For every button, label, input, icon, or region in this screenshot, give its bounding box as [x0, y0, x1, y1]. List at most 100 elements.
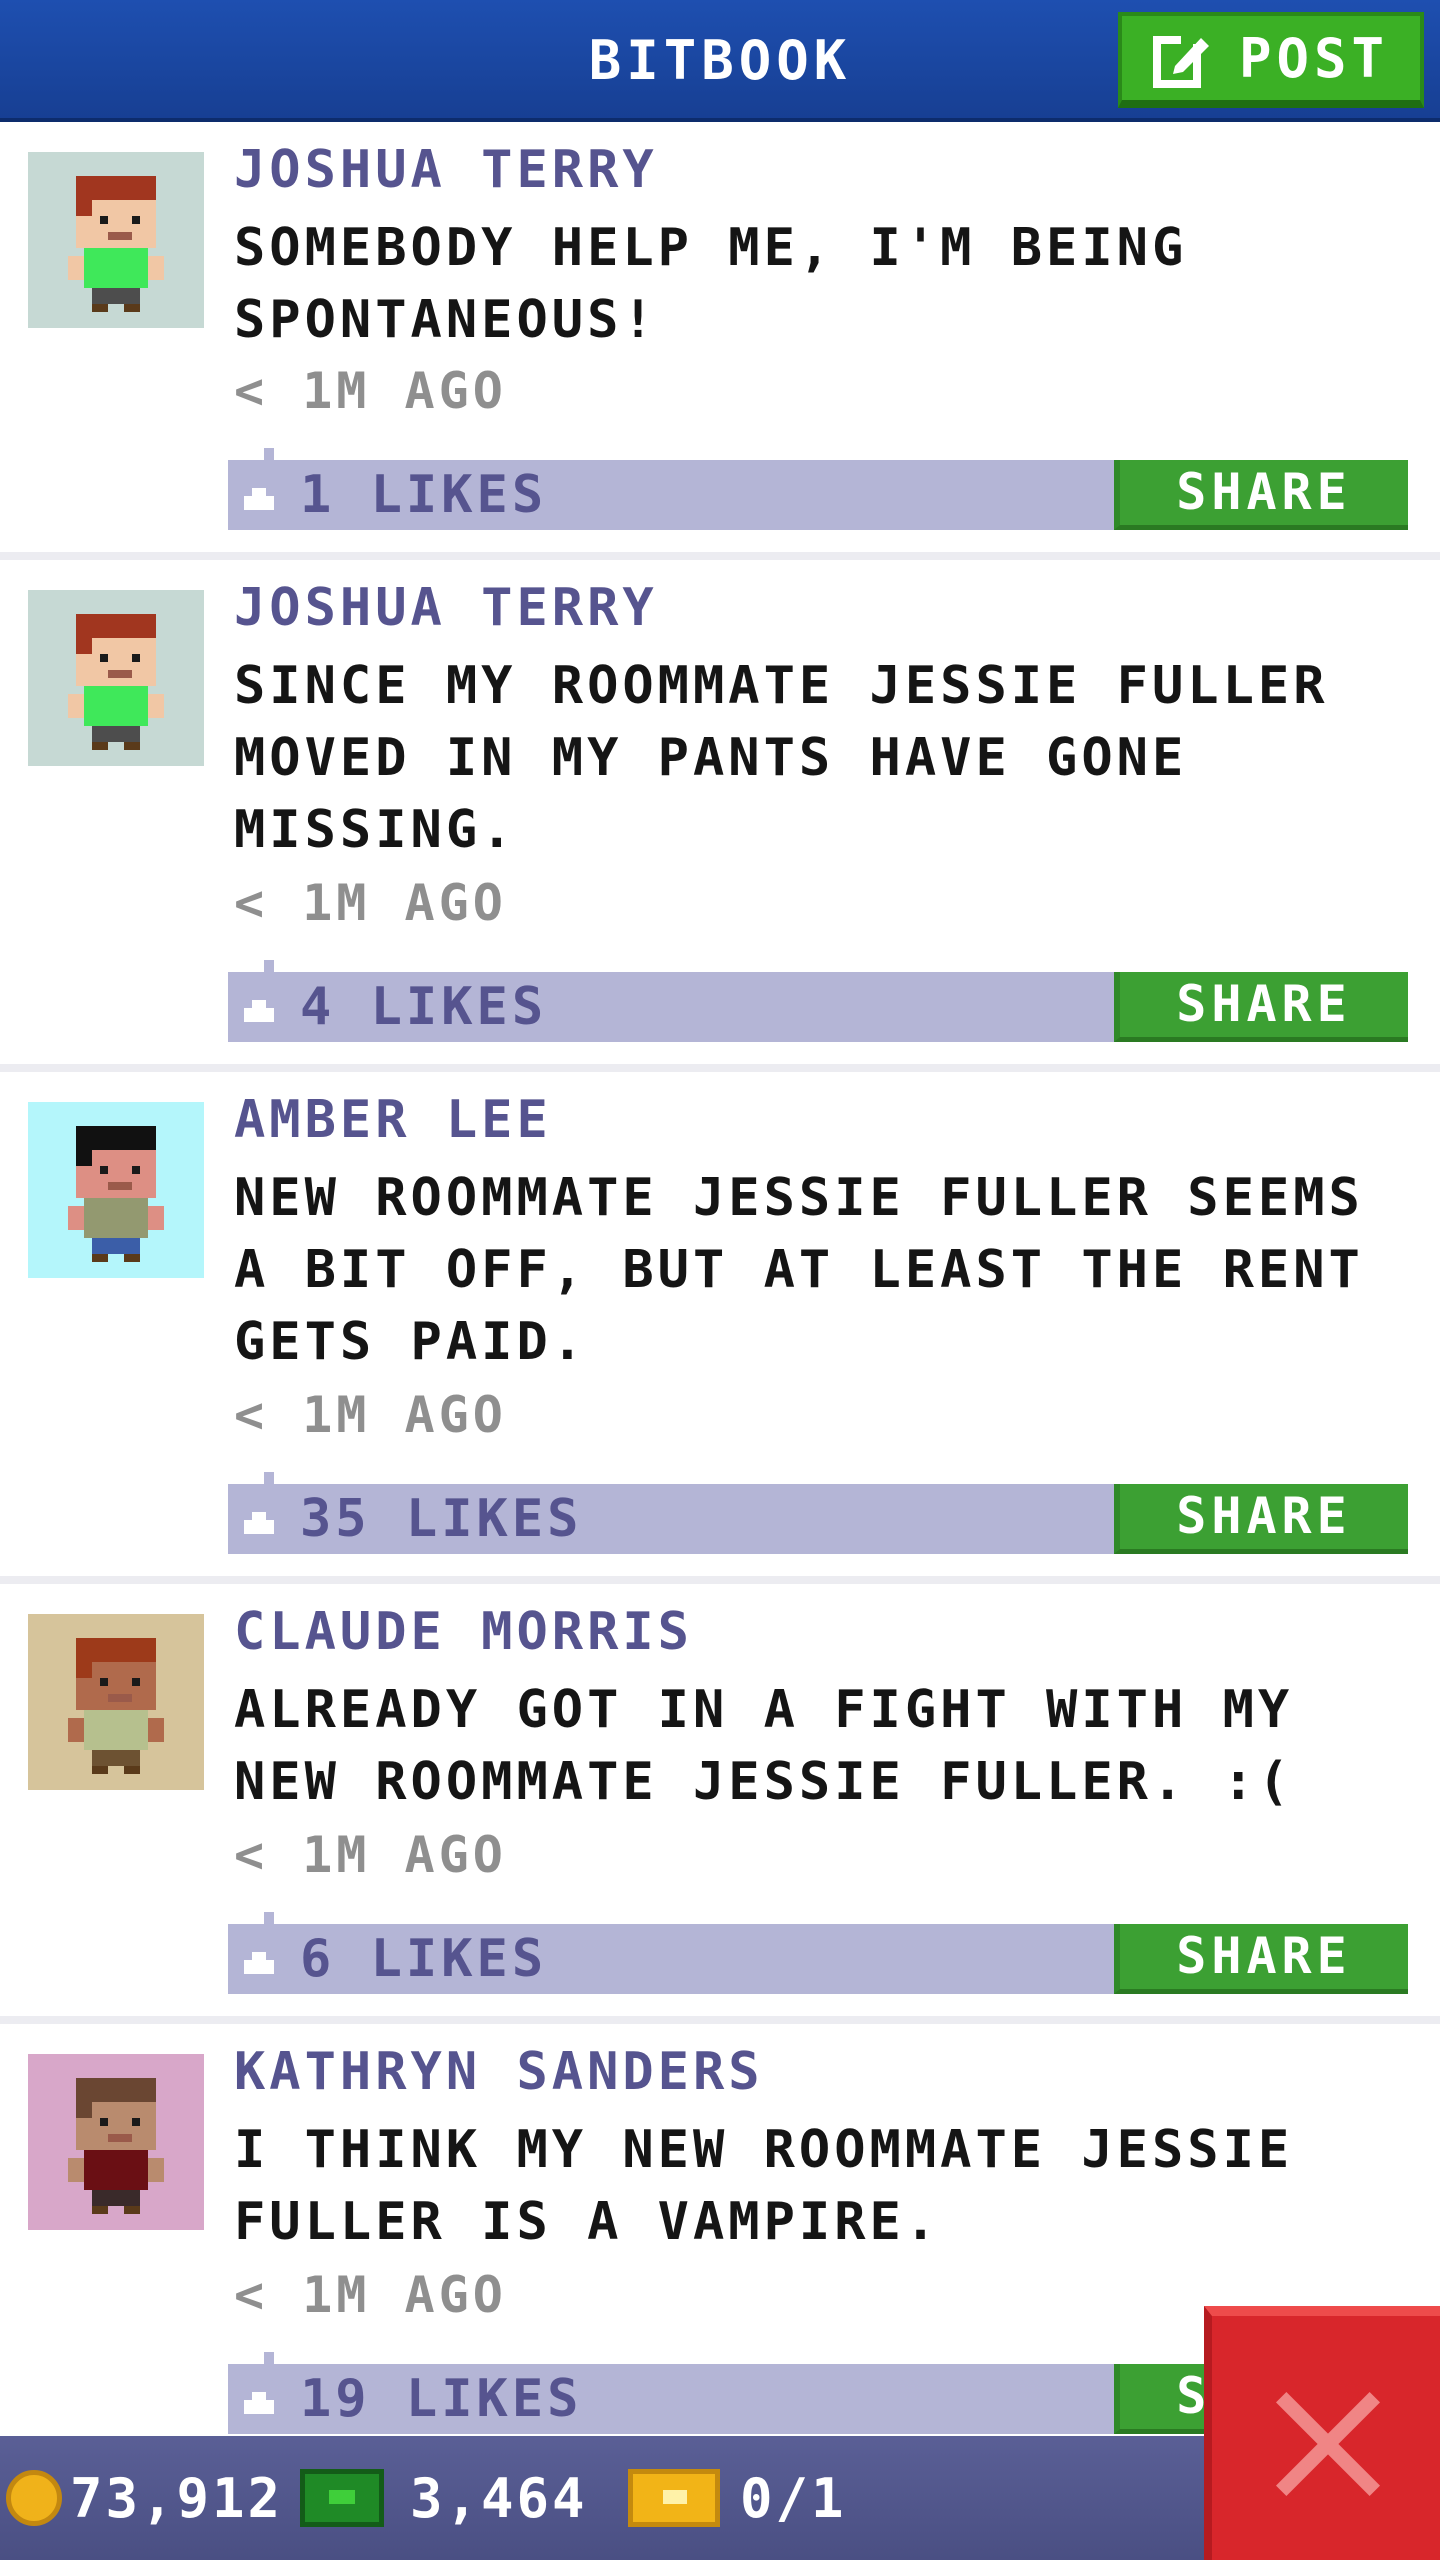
avatar-pixel — [100, 1678, 108, 1686]
post-author[interactable]: KATHRYN SANDERS — [234, 2042, 764, 2102]
thumbs-up-icon[interactable] — [244, 484, 274, 510]
post-time: < 1M AGO — [234, 874, 507, 932]
avatar-pixel — [92, 1766, 108, 1774]
avatar-pixel — [76, 1654, 92, 1678]
avatar-pixel — [92, 1238, 140, 1254]
avatar-pixel — [84, 1198, 148, 1238]
avatar — [28, 1102, 204, 1278]
post-message: ALREADY GOT IN A FIGHT WITH MY NEW ROOMM… — [234, 1680, 1294, 1812]
post-message: SOMEBODY HELP ME, I'M BEING SPONTANEOUS! — [234, 218, 1188, 350]
post-time: < 1M AGO — [234, 362, 507, 420]
post-message: SINCE MY ROOMMATE JESSIE FULLER MOVED IN… — [234, 656, 1329, 860]
avatar-pixel — [124, 1254, 140, 1262]
avatar-pixel — [92, 742, 108, 750]
avatar-pixel — [148, 256, 164, 280]
avatar-pixel — [84, 686, 148, 726]
bux-value: 3,464 — [410, 2466, 588, 2530]
like-count: 1 LIKES — [300, 465, 548, 525]
post-author[interactable]: CLAUDE MORRIS — [234, 1602, 693, 1662]
post-author[interactable]: AMBER LEE — [234, 1090, 552, 1150]
avatar-pixel — [132, 654, 140, 662]
app-header: BITBOOK POST — [0, 0, 1440, 122]
avatar-pixel — [100, 2118, 108, 2126]
avatar-pixel — [148, 694, 164, 718]
edit-icon — [1152, 36, 1209, 88]
like-bar: 1 LIKES SHARE — [228, 448, 1408, 530]
avatar-pixel — [76, 192, 92, 216]
avatar-pixel — [68, 256, 84, 280]
avatar-pixel — [124, 2206, 140, 2214]
avatar — [28, 1614, 204, 1790]
like-count: 19 LIKES — [300, 2369, 583, 2429]
post-button-label: POST — [1238, 26, 1390, 90]
avatar-pixel — [124, 742, 140, 750]
post-message: NEW ROOMMATE JESSIE FULLER SEEMS A BIT O… — [234, 1168, 1364, 1372]
avatar-pixel — [108, 2134, 132, 2142]
avatar-pixel — [92, 304, 108, 312]
avatar-pixel — [132, 1166, 140, 1174]
avatar-pixel — [76, 1142, 92, 1166]
coin-icon — [6, 2470, 62, 2526]
like-bar: 6 LIKES SHARE — [228, 1912, 1408, 1994]
avatar-pixel — [76, 2094, 92, 2118]
share-button[interactable]: SHARE — [1114, 972, 1408, 1042]
coins-value: 73,912 — [70, 2466, 284, 2530]
avatar-pixel — [100, 1166, 108, 1174]
coins-stat[interactable]: 73,912 — [6, 2436, 283, 2560]
post-author[interactable]: JOSHUA TERRY — [234, 578, 658, 638]
avatar-pixel — [148, 1206, 164, 1230]
avatar — [28, 2054, 204, 2230]
avatar-pixel — [124, 304, 140, 312]
post-button[interactable]: POST — [1118, 12, 1424, 108]
avatar-pixel — [148, 1718, 164, 1742]
ticket-icon — [628, 2469, 720, 2527]
avatar-pixel — [84, 1710, 148, 1750]
avatar-pixel — [108, 1182, 132, 1190]
thumbs-up-icon[interactable] — [244, 996, 274, 1022]
avatar — [28, 590, 204, 766]
tickets-value: 0/1 — [740, 2466, 847, 2530]
thumbs-up-icon[interactable] — [244, 1948, 274, 1974]
avatar-pixel — [100, 216, 108, 224]
avatar — [28, 152, 204, 328]
avatar-pixel — [92, 1750, 140, 1766]
close-icon — [1276, 2392, 1380, 2496]
avatar-pixel — [68, 1206, 84, 1230]
avatar-pixel — [92, 288, 140, 304]
avatar-pixel — [132, 1678, 140, 1686]
bux-stat[interactable]: 3,464 — [300, 2436, 588, 2560]
avatar-pixel — [108, 232, 132, 240]
avatar-pixel — [68, 694, 84, 718]
close-button[interactable] — [1204, 2306, 1440, 2560]
avatar-pixel — [92, 1254, 108, 1262]
share-button[interactable]: SHARE — [1114, 1924, 1408, 1994]
post-time: < 1M AGO — [234, 1386, 507, 1444]
bux-icon — [300, 2469, 384, 2527]
avatar-pixel — [84, 248, 148, 288]
like-count: 35 LIKES — [300, 1489, 583, 1549]
post-author[interactable]: JOSHUA TERRY — [234, 140, 658, 200]
avatar-pixel — [148, 2158, 164, 2182]
avatar-pixel — [92, 2190, 140, 2206]
avatar-pixel — [68, 2158, 84, 2182]
thumbs-up-icon[interactable] — [244, 1508, 274, 1534]
avatar-pixel — [132, 2118, 140, 2126]
avatar-pixel — [92, 726, 140, 742]
like-bar: 35 LIKES SHARE — [228, 1472, 1408, 1554]
avatar-pixel — [84, 2150, 148, 2190]
tickets-stat[interactable]: 0/1 — [628, 2436, 847, 2560]
feed-post: AMBER LEE NEW ROOMMATE JESSIE FULLER SEE… — [0, 1072, 1440, 1584]
post-time: < 1M AGO — [234, 1826, 507, 1884]
like-count: 4 LIKES — [300, 977, 548, 1037]
avatar-pixel — [92, 2206, 108, 2214]
avatar-pixel — [108, 670, 132, 678]
share-button[interactable]: SHARE — [1114, 1484, 1408, 1554]
like-bar: 4 LIKES SHARE — [228, 960, 1408, 1042]
feed-post: CLAUDE MORRIS ALREADY GOT IN A FIGHT WIT… — [0, 1584, 1440, 2024]
avatar-pixel — [100, 654, 108, 662]
feed-post: JOSHUA TERRY SOMEBODY HELP ME, I'M BEING… — [0, 122, 1440, 560]
feed-post: JOSHUA TERRY SINCE MY ROOMMATE JESSIE FU… — [0, 560, 1440, 1072]
thumbs-up-icon[interactable] — [244, 2388, 274, 2414]
share-button[interactable]: SHARE — [1114, 460, 1408, 530]
avatar-pixel — [124, 1766, 140, 1774]
